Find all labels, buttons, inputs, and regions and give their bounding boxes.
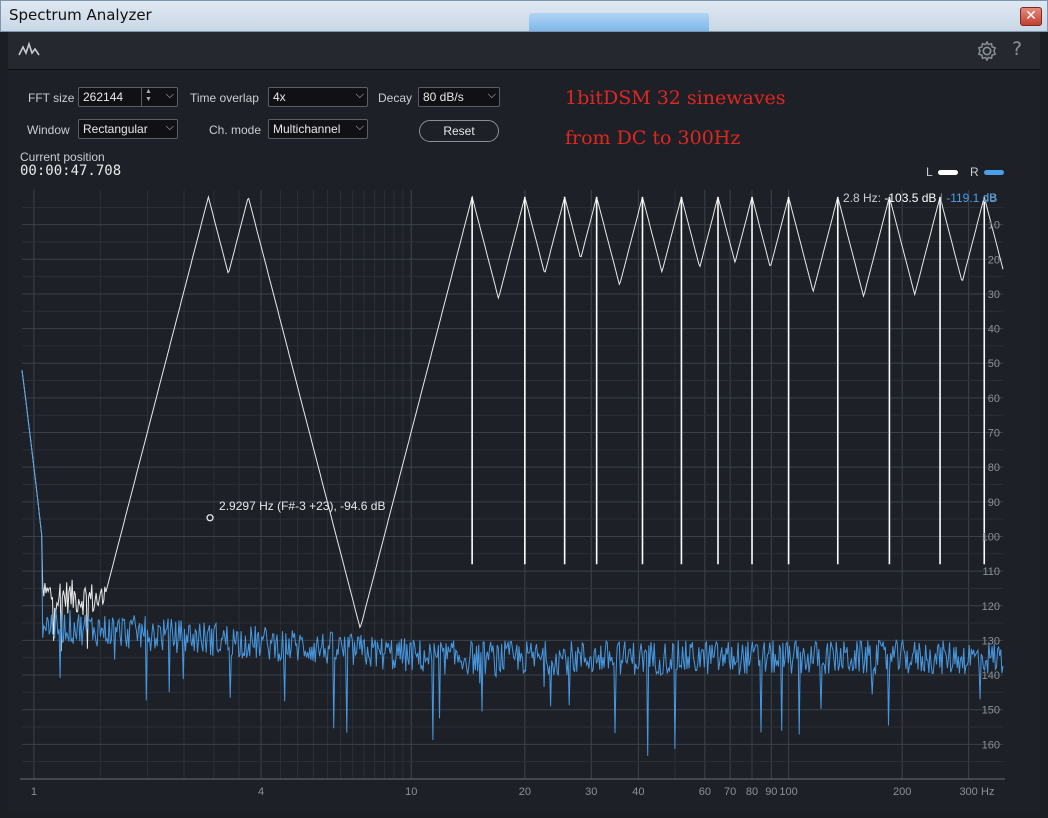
x-tick-label: 10 [405,786,417,798]
x-axis-labels: 1 4 10 20 30 40 60 70 80 90 100 200 300 [31,786,978,798]
x-tick-label: 60 [699,786,711,798]
cursor-readout: 2.8 Hz: -103.5 dB | -119.1 dB [843,191,997,205]
y-tick-label: 80 [988,462,1000,474]
y-tick-label: 130 [982,635,1000,647]
x-tick-label: 100 [779,786,797,798]
spectrum-plot[interactable]: 1 4 10 20 30 40 60 70 80 90 100 200 300 102030405060… [0,0,1048,818]
x-tick-label: 4 [258,786,264,798]
x-tick-label: 40 [632,786,644,798]
readout-prefix: 2.8 Hz: [843,191,884,205]
plot-background [20,185,1005,780]
y-tick-label: 10 [988,220,1000,232]
y-tick-label: 70 [988,428,1000,440]
y-tick-label: 40 [988,324,1000,336]
x-tick-label: 200 [893,786,911,798]
y-tick-label: 140 [982,670,1000,682]
y-tick-label: 110 [982,566,1000,578]
y-tick-label: 150 [982,705,1000,717]
readout-right-value: -119.1 dB [946,191,997,205]
x-tick-label: 90 [765,786,777,798]
x-tick-label: 300 [959,786,977,798]
y-tick-label: 60 [988,393,1000,405]
x-tick-label: 80 [746,786,758,798]
readout-separator: | [936,191,946,205]
y-tick-label: 50 [988,358,1000,370]
y-tick-label: 30 [988,289,1000,301]
readout-left-value: -103.5 dB [884,191,936,205]
x-axis-unit: Hz [981,786,994,798]
y-tick-label: 100 [982,531,1000,543]
y-tick-label: 120 [982,601,1000,613]
y-tick-label: 90 [988,497,1000,509]
y-tick-label: 160 [982,739,1000,751]
y-tick-label: 20 [988,254,1000,266]
x-tick-label: 70 [724,786,736,798]
x-tick-label: 30 [585,786,597,798]
peak-marker-label: 2.9297 Hz (F#-3 +23), -94.6 dB [219,499,385,513]
x-tick-label: 20 [519,786,531,798]
x-tick-label: 1 [31,786,37,798]
